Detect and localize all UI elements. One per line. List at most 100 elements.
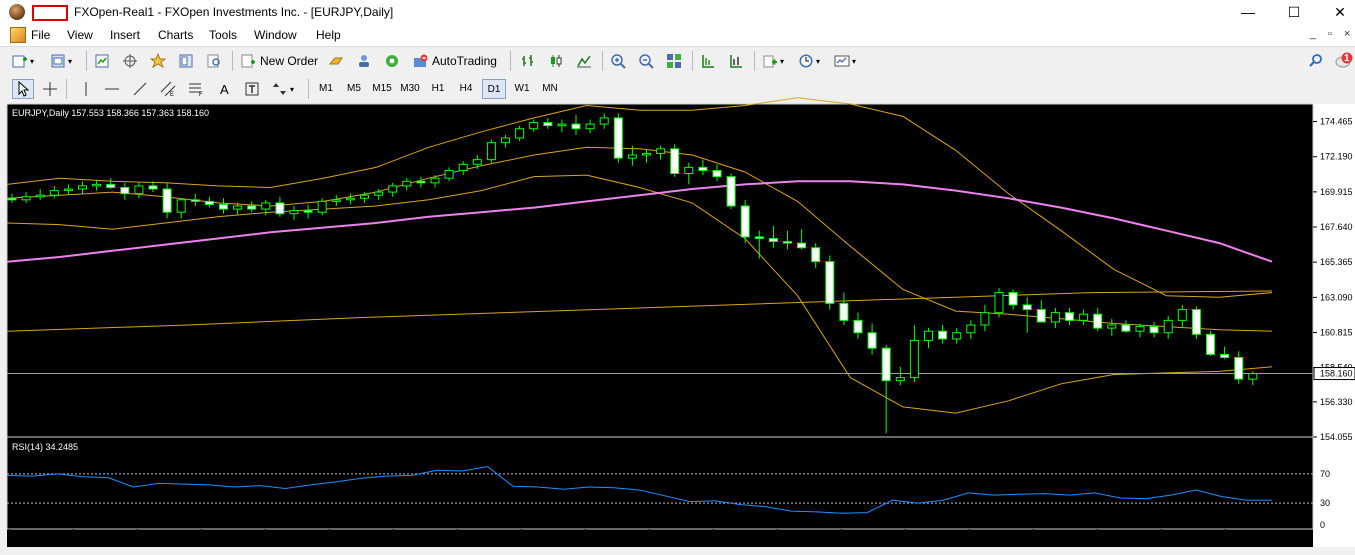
candle-body bbox=[585, 123, 595, 130]
candle-body bbox=[938, 330, 948, 340]
date-tick-label: 4 Jul 2024 bbox=[519, 535, 561, 545]
candle-body bbox=[966, 324, 976, 334]
candle-body bbox=[1036, 309, 1046, 323]
candle-body bbox=[204, 200, 214, 205]
date-tick-label: 31 May 2024 bbox=[135, 535, 187, 545]
price-tick-label: 163.090 bbox=[1320, 292, 1353, 302]
candle-body bbox=[1135, 326, 1145, 332]
candle-body bbox=[402, 180, 412, 187]
price-tick-label: 156.330 bbox=[1320, 397, 1353, 407]
candle-body bbox=[35, 194, 45, 198]
candle-body bbox=[317, 200, 327, 213]
date-tick-label: 26 Jul 2024 bbox=[775, 535, 822, 545]
candle-body bbox=[909, 339, 919, 379]
rsi-tick-label: 30 bbox=[1320, 498, 1330, 508]
candle-body bbox=[1079, 313, 1089, 321]
price-tick-label: 160.815 bbox=[1320, 328, 1353, 338]
candle-body bbox=[120, 186, 130, 195]
candle-body bbox=[190, 199, 200, 202]
rsi-header: RSI(14) 34.2485 bbox=[12, 442, 78, 452]
candle-body bbox=[148, 185, 158, 190]
price-tick-label: 172.190 bbox=[1320, 152, 1353, 162]
candle-body bbox=[1177, 309, 1187, 321]
candle-body bbox=[486, 142, 496, 161]
candle-body bbox=[952, 332, 962, 340]
candle-body bbox=[811, 247, 821, 263]
date-tick-label: 1 Aug 2024 bbox=[839, 535, 885, 545]
date-tick-label: 27 May 2024 bbox=[71, 535, 123, 545]
date-tick-label: 12 Jun 2024 bbox=[263, 535, 313, 545]
candle-body bbox=[613, 117, 623, 159]
date-tick-label: 19 Aug 2024 bbox=[1031, 535, 1082, 545]
candle-body bbox=[712, 169, 722, 178]
candle-body bbox=[768, 237, 778, 243]
candle-body bbox=[867, 332, 877, 349]
candle-body bbox=[1065, 312, 1074, 321]
date-tick-label: 23 Aug 2024 bbox=[1095, 535, 1146, 545]
candle-body bbox=[825, 261, 835, 304]
date-tick-label: 21 May 2024 bbox=[7, 535, 59, 545]
candle-body bbox=[176, 199, 186, 213]
candle-body bbox=[726, 176, 736, 207]
candle-body bbox=[430, 177, 440, 184]
candle-body bbox=[78, 185, 87, 190]
date-tick-label: 22 Jul 2024 bbox=[711, 535, 758, 545]
candle-body bbox=[839, 302, 849, 321]
candle-body bbox=[444, 169, 454, 179]
candle-body bbox=[797, 242, 807, 249]
candle-body bbox=[783, 241, 792, 244]
date-tick-label: 24 Jun 2024 bbox=[391, 535, 441, 545]
rsi-tick-label: 0 bbox=[1320, 520, 1325, 530]
candle-body bbox=[374, 191, 384, 196]
candle-body bbox=[162, 188, 172, 213]
candle-body bbox=[684, 166, 694, 175]
candle-body bbox=[1022, 304, 1032, 311]
date-tick-label: 7 Aug 2024 bbox=[903, 535, 949, 545]
candle-body bbox=[501, 137, 510, 144]
candle-body bbox=[21, 196, 31, 201]
candle-body bbox=[1220, 353, 1230, 358]
candle-body bbox=[1050, 312, 1060, 323]
chart-header: EURJPY,Daily 157.553 158.366 157.363 158… bbox=[12, 108, 209, 118]
candle-body bbox=[599, 117, 609, 125]
date-tick-label: 16 Jul 2024 bbox=[647, 535, 694, 545]
candle-body bbox=[472, 159, 482, 165]
candle-body bbox=[331, 199, 341, 202]
candle-body bbox=[656, 148, 666, 154]
candle-body bbox=[416, 180, 426, 184]
rsi-tick-label: 70 bbox=[1320, 469, 1330, 479]
candle-body bbox=[275, 202, 285, 215]
price-tick-label: 174.465 bbox=[1320, 117, 1353, 127]
candle-body bbox=[642, 152, 651, 156]
date-tick-label: 13 Aug 2024 bbox=[967, 535, 1018, 545]
date-tick-label: 18 Jun 2024 bbox=[327, 535, 377, 545]
candle-body bbox=[1163, 319, 1173, 334]
candle-body bbox=[1107, 324, 1117, 329]
candle-body bbox=[853, 319, 863, 334]
candle-body bbox=[1234, 356, 1244, 380]
candle-body bbox=[345, 197, 355, 201]
candle-body bbox=[261, 202, 271, 210]
candle-body bbox=[529, 122, 539, 130]
candle-body bbox=[627, 154, 637, 159]
date-tick-label: 28 Jun 2024 bbox=[455, 535, 505, 545]
candle-body bbox=[247, 205, 257, 210]
chart-background bbox=[7, 104, 1313, 547]
date-tick-label: 6 Jun 2024 bbox=[199, 535, 244, 545]
candle-body bbox=[543, 122, 553, 127]
candle-body bbox=[289, 210, 299, 215]
candle-body bbox=[1206, 333, 1215, 355]
candle-body bbox=[92, 183, 102, 187]
candle-body bbox=[980, 312, 990, 326]
price-tick-label: 167.640 bbox=[1320, 222, 1353, 232]
candle-body bbox=[881, 347, 891, 382]
candle-body bbox=[360, 194, 369, 199]
candle-body bbox=[458, 163, 468, 171]
date-tick-label: 29 Aug 2024 bbox=[1159, 535, 1210, 545]
price-tick-label: 169.915 bbox=[1320, 187, 1353, 197]
price-tick-label: 165.365 bbox=[1320, 257, 1353, 267]
candle-body bbox=[740, 205, 750, 238]
price-tick-label: 154.055 bbox=[1320, 432, 1353, 442]
candle-body bbox=[303, 210, 313, 213]
date-tick-label: 10 Jul 2024 bbox=[583, 535, 630, 545]
